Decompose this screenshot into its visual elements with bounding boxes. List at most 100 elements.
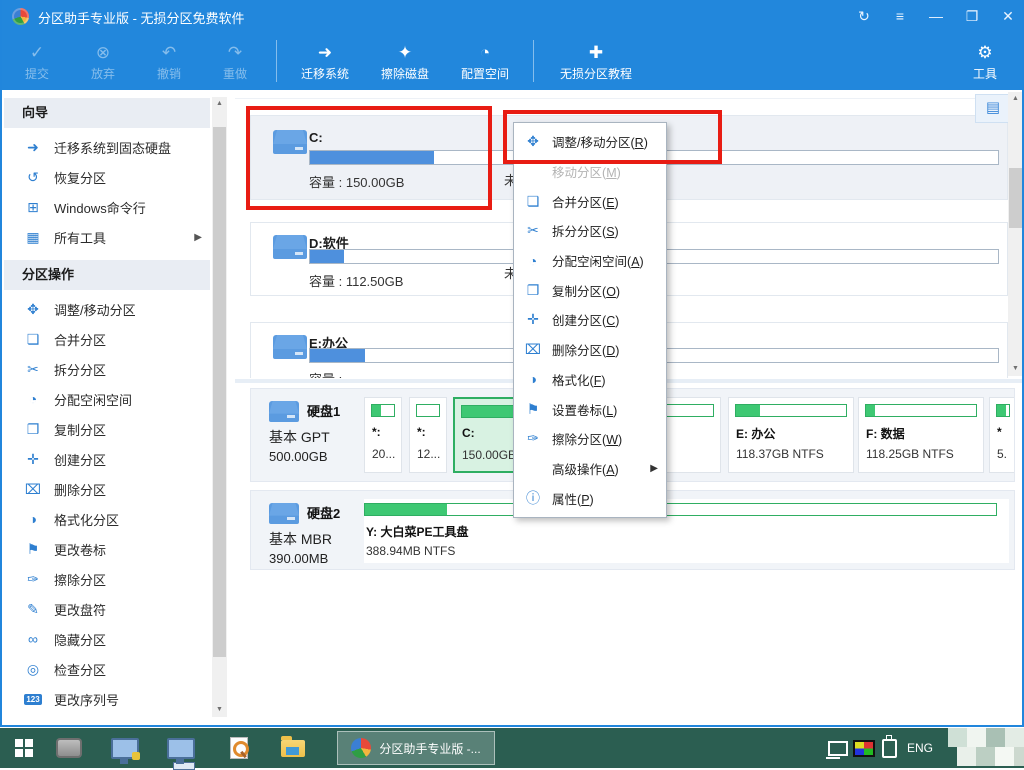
- menu-item-set-label[interactable]: ⚑ 设置卷标(L): [514, 394, 666, 424]
- partition-block[interactable]: E: 办公 118.37GB NTFS: [728, 397, 854, 473]
- block-label: Y: 大白菜PE工具盘: [366, 523, 468, 540]
- sidebar-item-label: 删除分区: [54, 480, 106, 499]
- toolbar-divider: [533, 40, 534, 82]
- redo-icon: ↷: [228, 41, 242, 65]
- sidebar-item-delete[interactable]: ⌧ 删除分区: [2, 474, 212, 504]
- menu-icon[interactable]: ≡: [890, 8, 910, 24]
- sidebar-section-wizards: 向导: [4, 98, 210, 128]
- menu-item-allocate-free-space[interactable]: ◔ 分配空闲空间(A): [514, 246, 666, 276]
- sidebar-item-merge[interactable]: ❏ 合并分区: [2, 324, 212, 354]
- taskbar-app-chip[interactable]: [52, 728, 86, 768]
- drive-icon: [269, 503, 299, 524]
- sidebar-item-wipe[interactable]: ✑ 擦除分区: [2, 564, 212, 594]
- partition-block[interactable]: *: 20...: [364, 397, 402, 473]
- view-toggle-icon[interactable]: ▤: [975, 94, 1011, 123]
- maximize-button[interactable]: ❐: [962, 8, 982, 25]
- discard-button[interactable]: ⊗ 放弃: [74, 35, 132, 87]
- tray-language[interactable]: ENG: [900, 728, 940, 768]
- sidebar-item-partition-align[interactable]: ≣ 分区对齐: [2, 714, 212, 720]
- minimize-button[interactable]: —: [926, 8, 946, 24]
- create-icon: ✛: [24, 451, 42, 468]
- sidebar-item-copy[interactable]: ❐ 复制分区: [2, 414, 212, 444]
- scrollbar-thumb[interactable]: [1009, 168, 1022, 228]
- taskbar-app-label: 分区助手专业版 -...: [379, 740, 480, 757]
- sidebar-item-label: 更改卷标: [54, 540, 106, 559]
- scroll-down-icon[interactable]: ▼: [1008, 362, 1023, 376]
- list-scrollbar[interactable]: ▲ ▼: [1008, 92, 1023, 376]
- sidebar-item-change-letter[interactable]: ✎ 更改盘符: [2, 594, 212, 624]
- block-label: *:: [417, 425, 426, 439]
- partition-block-y[interactable]: Y: 大白菜PE工具盘 388.94MB NTFS: [364, 499, 1009, 563]
- close-button[interactable]: ✕: [998, 8, 1018, 25]
- sidebar-item-split[interactable]: ✂ 拆分分区: [2, 354, 212, 384]
- sidebar-item-resize-move[interactable]: ✥ 调整/移动分区: [2, 294, 212, 324]
- desktop: { "title_bar": { "title": "分区助手专业版 - 无损分…: [0, 0, 1024, 768]
- sidebar-item-hide[interactable]: ∞ 隐藏分区: [2, 624, 212, 654]
- taskbar-active-app[interactable]: 分区助手专业版 -...: [337, 731, 495, 765]
- menu-item-merge[interactable]: ❏ 合并分区(E): [514, 186, 666, 216]
- menu-item-properties[interactable]: ⓘ 属性(P): [514, 483, 666, 513]
- sidebar-item-change-label[interactable]: ⚑ 更改卷标: [2, 534, 212, 564]
- usage-bar-fill: [310, 250, 344, 263]
- taskbar-app-search-doc[interactable]: [222, 728, 256, 768]
- sidebar-item-recover-partition[interactable]: ↺ 恢复分区: [2, 162, 212, 192]
- scrollbar-thumb[interactable]: [213, 127, 226, 657]
- scroll-down-icon[interactable]: ▼: [212, 703, 227, 717]
- pie-icon: ◔: [514, 253, 552, 269]
- menu-item-create[interactable]: ✛ 创建分区(C): [514, 305, 666, 335]
- migrate-os-label: 迁移系统: [301, 65, 349, 82]
- menu-item-split[interactable]: ✂ 拆分分区(S): [514, 216, 666, 246]
- sidebar-item-label: 分配空闲空间: [54, 390, 132, 409]
- sidebar-item-label: 所有工具: [54, 228, 106, 247]
- undo-label: 撤销: [157, 65, 181, 82]
- sidebar-item-format[interactable]: ◑ 格式化分区: [2, 504, 212, 534]
- copy-icon: ❐: [514, 282, 552, 299]
- allocate-space-button[interactable]: ◔ 配置空间: [449, 35, 521, 87]
- menu-item-delete[interactable]: ⌧ 删除分区(D): [514, 335, 666, 365]
- tray-usb[interactable]: [876, 728, 902, 768]
- resize-move-icon: ✥: [514, 133, 552, 150]
- menu-item-copy[interactable]: ❐ 复制分区(O): [514, 275, 666, 305]
- migrate-os-icon: ➜: [318, 41, 332, 65]
- keyboard-monitor-icon: [167, 738, 195, 759]
- sidebar-item-allocate-free-space[interactable]: ◔ 分配空闲空间: [2, 384, 212, 414]
- menu-item-resize-move[interactable]: ✥ 调整/移动分区(R): [514, 127, 666, 157]
- sidebar-scrollbar[interactable]: ▲ ▼: [212, 97, 227, 717]
- scroll-up-icon[interactable]: ▲: [1008, 92, 1023, 106]
- tools-button[interactable]: ⚙ 工具: [956, 35, 1014, 87]
- sidebar-item-label: 检查分区: [54, 660, 106, 679]
- commit-label: 提交: [25, 65, 49, 82]
- redo-button[interactable]: ↷ 重做: [206, 35, 264, 87]
- menu-item-wipe[interactable]: ✑ 擦除分区(W): [514, 424, 666, 454]
- sidebar-item-change-serial[interactable]: 123 更改序列号: [2, 684, 212, 714]
- partition-block[interactable]: * 5.: [989, 397, 1015, 473]
- menu-item-format[interactable]: ◑ 格式化(F): [514, 365, 666, 395]
- block-label: *:: [372, 425, 381, 439]
- start-button[interactable]: [8, 728, 40, 768]
- menu-item-advanced[interactable]: 高级操作(A) ▶: [514, 454, 666, 484]
- taskbar-app-explorer[interactable]: [276, 728, 310, 768]
- tray-display[interactable]: [850, 728, 878, 768]
- refresh-icon[interactable]: ↻: [854, 8, 874, 25]
- tray-network[interactable]: [824, 728, 852, 768]
- undo-button[interactable]: ↶ 撤销: [140, 35, 198, 87]
- tutorial-button[interactable]: ✚ 无损分区教程: [546, 35, 646, 87]
- allocate-space-label: 配置空间: [461, 65, 509, 82]
- wipe-disk-button[interactable]: ✦ 擦除磁盘: [369, 35, 441, 87]
- taskbar-app-monitor-lock[interactable]: [108, 728, 142, 768]
- usage-bar: [364, 503, 997, 516]
- commit-button[interactable]: ✓ 提交: [8, 35, 66, 87]
- scroll-up-icon[interactable]: ▲: [212, 97, 227, 111]
- sidebar-item-migrate-to-ssd[interactable]: ➜ 迁移系统到固态硬盘: [2, 132, 212, 162]
- display-color-icon: [853, 740, 875, 757]
- language-indicator: ENG: [907, 741, 933, 755]
- migrate-os-button[interactable]: ➜ 迁移系统: [289, 35, 361, 87]
- sidebar-item-create[interactable]: ✛ 创建分区: [2, 444, 212, 474]
- recover-icon: ↺: [24, 169, 42, 186]
- taskbar-app-keyboard[interactable]: [164, 728, 198, 768]
- sidebar-item-all-tools[interactable]: ▦ 所有工具 ▶: [2, 222, 212, 252]
- sidebar-item-windows-cli[interactable]: ⊞ Windows命令行: [2, 192, 212, 222]
- partition-block[interactable]: *: 12...: [409, 397, 447, 473]
- partition-block[interactable]: F: 数据 118.25GB NTFS: [858, 397, 984, 473]
- sidebar-item-check[interactable]: ◎ 检查分区: [2, 654, 212, 684]
